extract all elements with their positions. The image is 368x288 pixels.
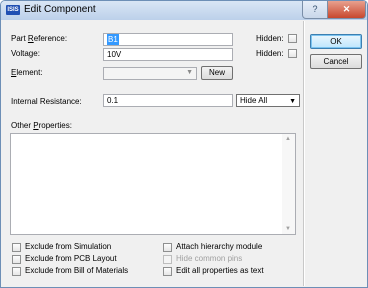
other-properties-label-post: roperties: [38,121,72,130]
chevron-down-icon: ▼ [186,69,193,76]
window-title: Edit Component [24,4,96,15]
exclude-simulation-label: Exclude from Simulation [25,242,112,251]
element-dropdown[interactable]: ▼ [103,67,197,80]
element-label: Element: [11,68,43,78]
attach-hierarchy-checkbox[interactable] [163,243,172,252]
edit-all-text-checkbox[interactable] [163,267,172,276]
cancel-button[interactable]: Cancel [310,54,362,69]
internal-resistance-field[interactable]: 0.1 [103,94,233,107]
help-button[interactable]: ? [302,1,328,19]
chevron-down-icon: ▼ [289,98,296,105]
ok-button[interactable]: OK [310,34,362,49]
part-reference-hidden-label: Hidden: [256,34,284,43]
part-reference-hidden-checkbox[interactable] [288,34,297,43]
scroll-up-icon[interactable]: ▲ [285,136,291,142]
exclude-pcb-checkbox[interactable] [12,255,21,264]
isis-app-icon: ISIS [6,5,20,15]
part-reference-field[interactable]: B1 [103,33,233,46]
part-reference-label: Part Reference: [11,34,67,44]
exclude-simulation-checkbox[interactable] [12,243,21,252]
title-bar: ISIS Edit Component ? ✕ [1,1,367,20]
vertical-scrollbar[interactable]: ▲ ▼ [282,134,295,234]
voltage-hidden-label: Hidden: [256,49,284,58]
help-icon: ? [312,4,318,14]
edit-all-text-label: Edit all properties as text [176,266,264,275]
internal-resistance-visibility-dropdown[interactable]: Hide All ▼ [236,94,300,107]
edit-component-dialog: ISIS Edit Component ? ✕ Part Reference: … [0,0,368,288]
voltage-label: Voltage: [11,49,40,58]
exclude-bom-label: Exclude from Bill of Materials [25,266,129,275]
voltage-field[interactable]: 10V [103,48,233,61]
vertical-divider [303,21,305,286]
other-properties-textarea[interactable]: ▲ ▼ [10,133,296,235]
exclude-pcb-label: Exclude from PCB Layout [25,254,117,263]
attach-hierarchy-label: Attach hierarchy module [176,242,263,251]
exclude-bom-checkbox[interactable] [12,267,21,276]
scroll-down-icon[interactable]: ▼ [285,226,291,232]
other-properties-label-pre: Other [11,121,34,130]
close-button[interactable]: ✕ [327,1,366,19]
voltage-hidden-checkbox[interactable] [288,49,297,58]
internal-resistance-label: Internal Resistance: [11,97,82,106]
other-properties-label: Other Properties: [11,121,72,131]
part-reference-label-post: eference: [33,34,68,43]
close-icon: ✕ [342,4,351,14]
visibility-value: Hide All [240,96,268,105]
element-label-post: lement: [16,68,43,77]
part-reference-value: B1 [107,34,119,45]
hide-common-pins-label: Hide common pins [176,254,243,263]
new-element-button[interactable]: New [201,66,233,80]
hide-common-pins-checkbox[interactable] [163,255,172,264]
part-reference-label-pre: Part [11,34,28,43]
